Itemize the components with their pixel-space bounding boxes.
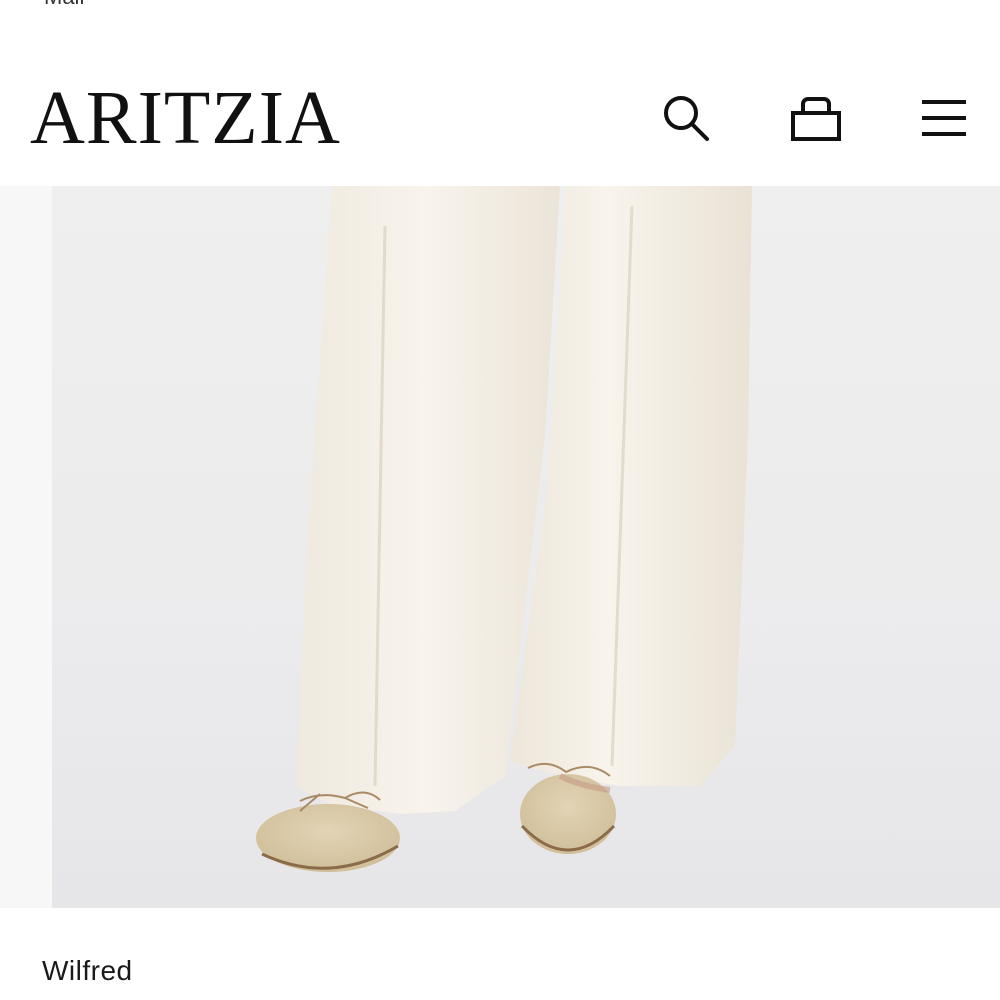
status-bar-partial: Mail bbox=[0, 0, 1000, 12]
brand-logo[interactable]: ARITZIA bbox=[30, 80, 341, 156]
status-bar-text: Mail bbox=[44, 0, 84, 10]
shopping-bag-icon bbox=[791, 97, 841, 141]
product-name[interactable]: Wilfred bbox=[42, 955, 133, 987]
search-icon bbox=[664, 96, 709, 141]
product-page: Mail ARITZIA bbox=[0, 0, 1000, 1000]
hamburger-menu-icon bbox=[922, 100, 966, 136]
search-button[interactable] bbox=[658, 90, 714, 146]
product-image[interactable] bbox=[0, 186, 1000, 908]
shopping-bag-button[interactable] bbox=[788, 90, 844, 146]
product-photo bbox=[0, 186, 1000, 908]
site-header: ARITZIA bbox=[0, 60, 1000, 180]
menu-button[interactable] bbox=[916, 90, 972, 146]
